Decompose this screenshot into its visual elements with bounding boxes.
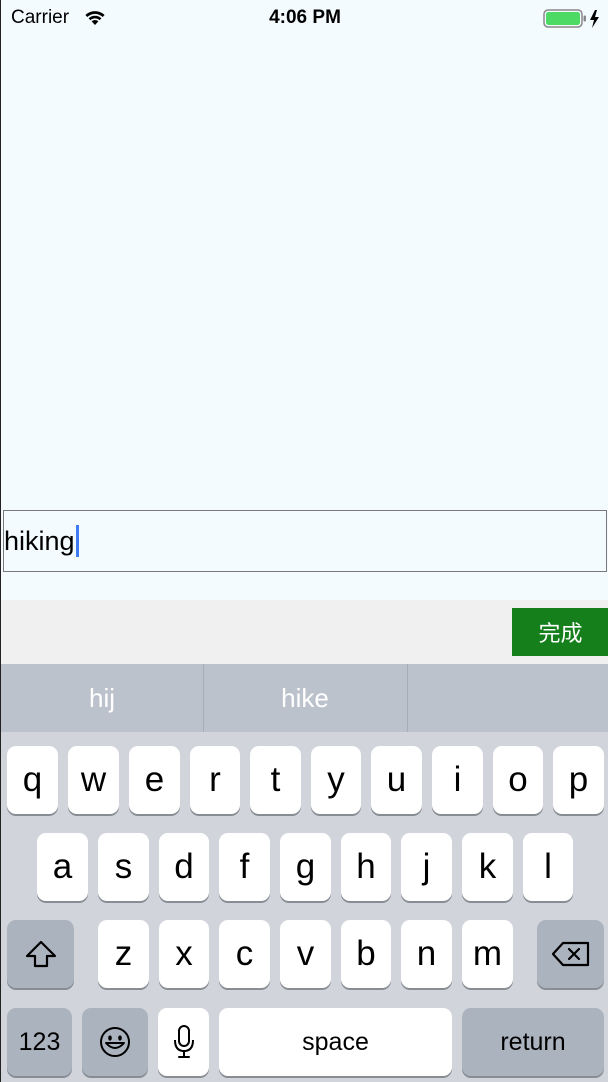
key-q[interactable]: q xyxy=(7,746,58,814)
microphone-icon xyxy=(173,1025,194,1058)
key-x[interactable]: x xyxy=(159,920,209,988)
key-m[interactable]: m xyxy=(462,920,513,988)
keyboard: hij hike q w e r t y u i o p a s d f g h… xyxy=(1,664,608,1082)
key-z[interactable]: z xyxy=(98,920,149,988)
clock-time: 4:06 PM xyxy=(269,7,341,28)
key-e[interactable]: e xyxy=(129,746,180,814)
space-key[interactable]: space xyxy=(219,1008,452,1076)
key-v[interactable]: v xyxy=(280,920,331,988)
key-f[interactable]: f xyxy=(219,833,270,901)
key-c[interactable]: c xyxy=(219,920,270,988)
delete-backspace-icon xyxy=(551,941,589,967)
key-b[interactable]: b xyxy=(341,920,391,988)
key-p[interactable]: p xyxy=(553,746,604,814)
text-input-field[interactable]: hiking xyxy=(3,510,607,572)
done-button[interactable]: 完成 xyxy=(512,608,608,656)
suggestion-3[interactable] xyxy=(408,664,608,732)
key-h[interactable]: h xyxy=(341,833,391,901)
shift-icon xyxy=(25,940,56,968)
key-j[interactable]: j xyxy=(401,833,452,901)
key-l[interactable]: l xyxy=(523,833,573,901)
suggestion-1[interactable]: hij xyxy=(1,664,203,732)
numbers-key[interactable]: 123 xyxy=(7,1008,72,1076)
key-d[interactable]: d xyxy=(159,833,209,901)
key-w[interactable]: w xyxy=(68,746,119,814)
key-n[interactable]: n xyxy=(401,920,452,988)
suggestion-bar: hij hike xyxy=(1,664,608,732)
key-t[interactable]: t xyxy=(250,746,301,814)
delete-key[interactable] xyxy=(537,920,604,988)
key-u[interactable]: u xyxy=(371,746,422,814)
emoji-icon xyxy=(100,1027,130,1057)
microphone-key[interactable] xyxy=(158,1008,209,1076)
keyboard-accessory-bar: 完成 xyxy=(1,600,608,664)
suggestion-2[interactable]: hike xyxy=(204,664,406,732)
key-o[interactable]: o xyxy=(493,746,543,814)
key-s[interactable]: s xyxy=(98,833,149,901)
shift-key[interactable] xyxy=(7,920,74,988)
text-cursor xyxy=(75,525,79,557)
key-g[interactable]: g xyxy=(280,833,331,901)
emoji-key[interactable] xyxy=(82,1008,148,1076)
key-a[interactable]: a xyxy=(37,833,88,901)
battery-charging-icon xyxy=(543,9,599,28)
key-k[interactable]: k xyxy=(462,833,513,901)
return-key[interactable]: return xyxy=(462,1008,604,1076)
key-y[interactable]: y xyxy=(311,746,361,814)
key-i[interactable]: i xyxy=(432,746,483,814)
key-r[interactable]: r xyxy=(190,746,240,814)
status-bar: Carrier 4:06 PM xyxy=(1,0,608,38)
text-input-value: hiking xyxy=(4,525,79,557)
